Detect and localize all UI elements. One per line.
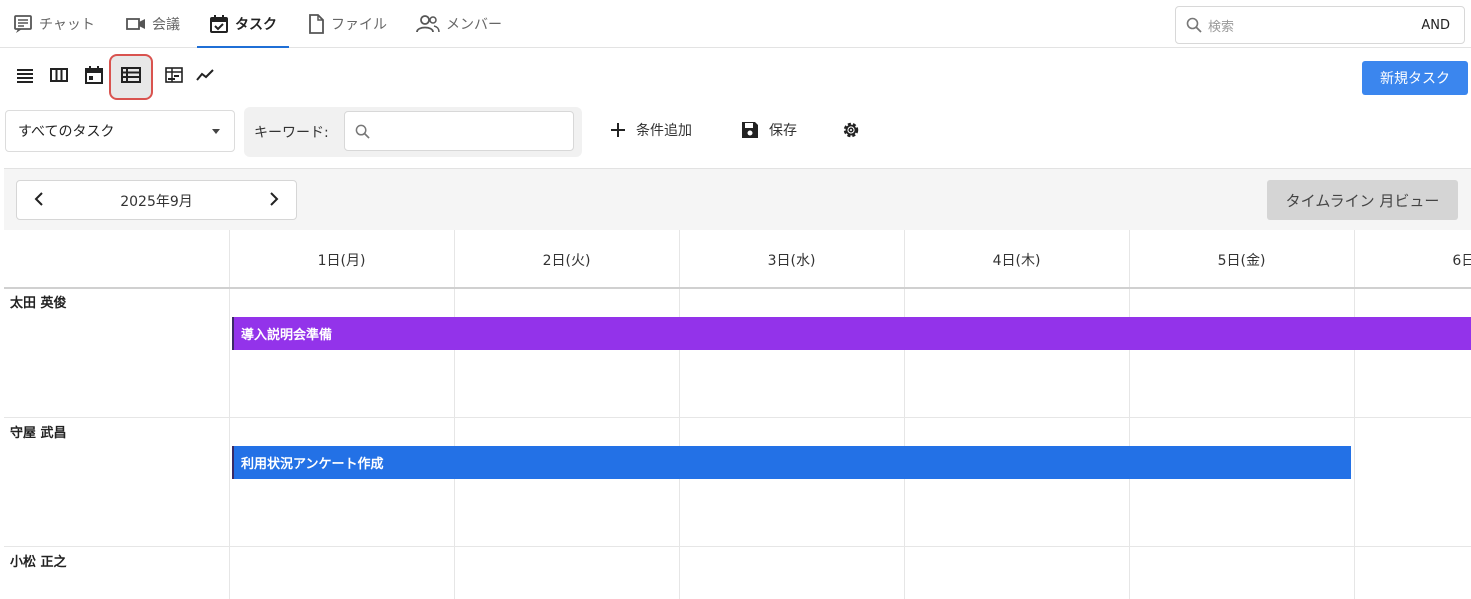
member-name: 小松 正之 xyxy=(10,555,67,570)
grid-divider xyxy=(229,230,230,599)
tab-chat-label: チャット xyxy=(39,16,95,33)
task-bar[interactable]: 導入説明会準備 xyxy=(232,317,1471,350)
tab-task[interactable]: タスク xyxy=(197,0,289,48)
video-icon xyxy=(126,16,146,32)
chevron-right-icon xyxy=(269,192,279,210)
new-task-button[interactable]: 新規タスク xyxy=(1362,61,1468,95)
plus-icon xyxy=(610,122,626,138)
month-navigator: 2025年9月 xyxy=(16,180,297,220)
calendar-view-icon xyxy=(84,65,104,89)
caret-down-icon xyxy=(212,129,220,134)
tab-file[interactable]: ファイル xyxy=(307,0,387,47)
tab-members[interactable]: メンバー xyxy=(416,0,502,47)
search-mode-toggle[interactable]: AND xyxy=(1421,18,1450,33)
list-view-button[interactable] xyxy=(10,62,40,92)
chart-view-icon xyxy=(195,67,215,87)
next-month-button[interactable] xyxy=(264,191,284,211)
task-filter-value: すべてのタスク xyxy=(18,124,115,140)
members-icon xyxy=(416,14,440,33)
chart-view-button[interactable] xyxy=(190,62,220,92)
current-month-label: 2025年9月 xyxy=(120,194,193,210)
timeline-grid: 1日(月) 2日(火) 3日(水) 4日(木) 5日(金) 6日( 太田 英俊 … xyxy=(4,230,1471,599)
gantt-view-icon xyxy=(164,66,184,88)
chat-icon xyxy=(13,14,33,34)
gear-icon xyxy=(841,120,861,144)
board-view-button[interactable] xyxy=(44,62,74,92)
board-view-icon xyxy=(49,67,69,87)
timeline-view-button[interactable] xyxy=(109,54,153,100)
grid-divider xyxy=(1129,230,1130,599)
settings-button[interactable] xyxy=(841,120,861,144)
keyword-label: キーワード: xyxy=(254,125,329,141)
grid-divider xyxy=(454,230,455,599)
member-name: 太田 英俊 xyxy=(10,296,67,311)
row-divider xyxy=(4,417,1471,418)
tab-meeting[interactable]: 会議 xyxy=(126,0,180,47)
tab-members-label: メンバー xyxy=(446,16,502,33)
tab-meeting-label: 会議 xyxy=(152,16,180,33)
file-icon xyxy=(307,13,325,34)
calendar-header: 2025年9月 タイムライン 月ビュー xyxy=(4,168,1471,230)
day-header: 6日( xyxy=(1452,253,1471,269)
save-icon xyxy=(741,121,759,139)
grid-divider xyxy=(1354,230,1355,599)
save-label: 保存 xyxy=(769,123,797,139)
view-mode-button[interactable]: タイムライン 月ビュー xyxy=(1267,180,1458,220)
add-condition-label: 条件追加 xyxy=(636,123,692,139)
search-placeholder: 検索 xyxy=(1208,19,1235,35)
timeline-view-icon xyxy=(120,66,142,88)
list-view-icon xyxy=(16,67,34,87)
keyword-filter: キーワード: xyxy=(244,107,582,157)
save-button[interactable]: 保存 xyxy=(741,120,797,140)
tab-task-label: タスク xyxy=(235,16,277,33)
day-header: 3日(水) xyxy=(767,253,816,269)
header-divider xyxy=(4,287,1471,289)
top-navigation: チャット 会議 タスク ファイル メンバー 検索 AND xyxy=(0,0,1471,48)
tab-chat[interactable]: チャット xyxy=(13,0,95,47)
day-header: 1日(月) xyxy=(317,253,366,269)
member-name: 守屋 武昌 xyxy=(10,426,67,441)
gantt-view-button[interactable] xyxy=(159,62,189,92)
search-icon xyxy=(355,124,370,139)
search-input[interactable]: 検索 AND xyxy=(1175,6,1465,44)
grid-divider xyxy=(679,230,680,599)
day-header: 4日(木) xyxy=(992,253,1041,269)
grid-divider xyxy=(904,230,905,599)
task-bar[interactable]: 利用状況アンケート作成 xyxy=(232,446,1351,479)
add-condition-button[interactable]: 条件追加 xyxy=(610,120,692,140)
search-icon xyxy=(1186,17,1202,33)
task-filter-select[interactable]: すべてのタスク xyxy=(5,110,235,152)
day-header: 2日(火) xyxy=(542,253,591,269)
tab-file-label: ファイル xyxy=(331,16,387,33)
calendar-view-button[interactable] xyxy=(79,62,109,92)
row-divider xyxy=(4,546,1471,547)
calendar-check-icon xyxy=(209,14,229,34)
day-header: 5日(金) xyxy=(1217,253,1266,269)
keyword-input[interactable] xyxy=(344,111,574,151)
